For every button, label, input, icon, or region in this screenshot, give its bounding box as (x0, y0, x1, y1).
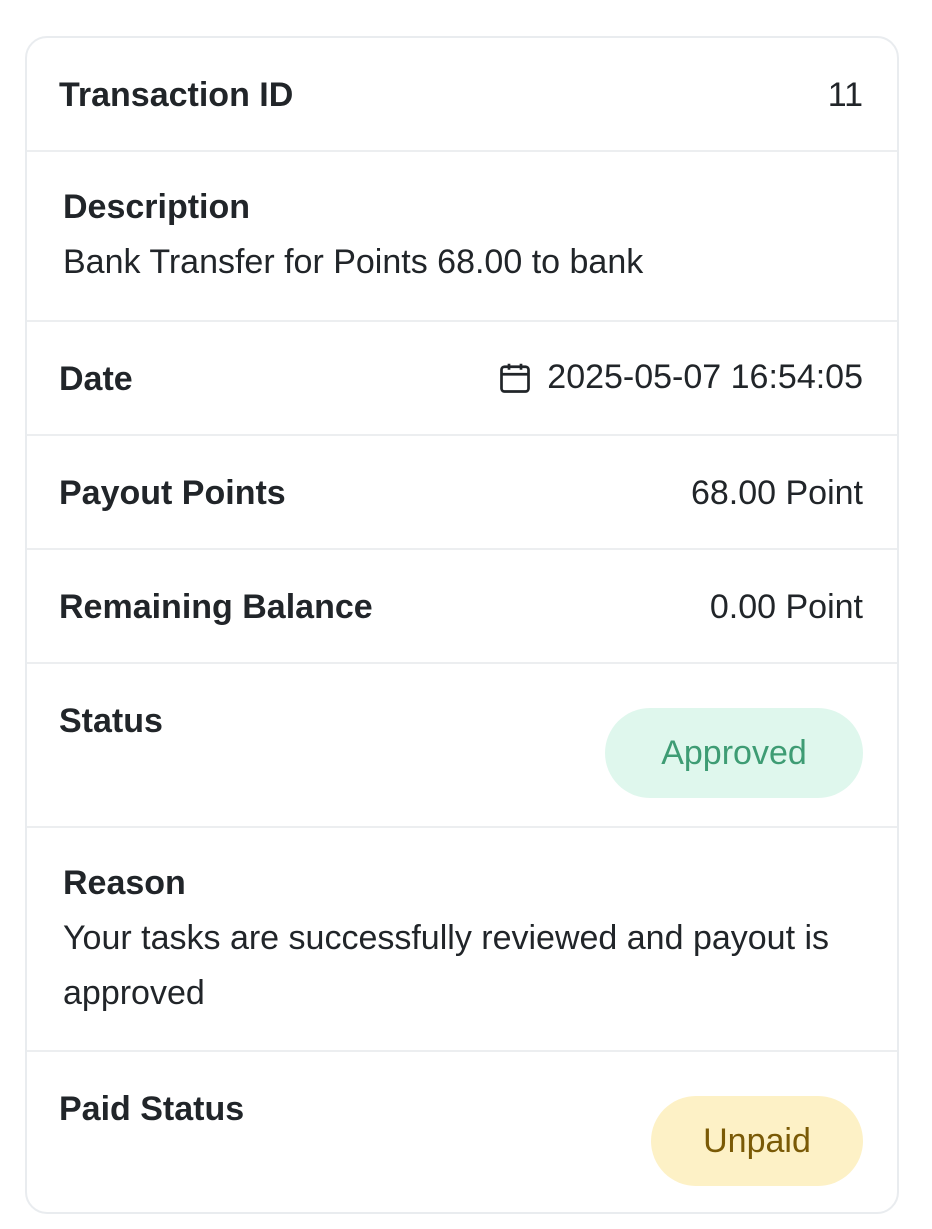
description-value: Bank Transfer for Points 68.00 to bank (63, 243, 644, 281)
status-badge: Approved (605, 708, 863, 798)
date-value: 2025-05-07 16:54:05 (547, 358, 863, 396)
paid-status-badge: Unpaid (651, 1096, 863, 1186)
description-label: Description (63, 188, 251, 226)
status-label: Status (59, 702, 163, 740)
payout-points-label: Payout Points (59, 474, 286, 512)
status-row: Status Approved (27, 664, 897, 828)
remaining-balance-row: Remaining Balance 0.00 Point (27, 550, 897, 664)
payout-points-row: Payout Points 68.00 Point (27, 436, 897, 550)
transaction-id-value: 11 (827, 76, 863, 114)
reason-value: Your tasks are successfully reviewed and… (63, 919, 830, 1012)
date-label: Date (59, 360, 133, 398)
paid-status-row: Paid Status Unpaid (27, 1052, 897, 1212)
description-row: Description Bank Transfer for Points 68.… (27, 152, 897, 322)
date-value-group: 2025-05-07 16:54:05 (497, 358, 863, 397)
transaction-detail-card: Transaction ID 11 Description Bank Trans… (25, 36, 899, 1214)
remaining-balance-label: Remaining Balance (59, 588, 373, 626)
reason-row: Reason Your tasks are successfully revie… (27, 828, 897, 1052)
reason-label: Reason (63, 864, 186, 902)
transaction-id-row: Transaction ID 11 (27, 38, 897, 152)
transaction-id-label: Transaction ID (59, 76, 294, 114)
calendar-icon (500, 363, 531, 393)
date-row: Date 2025-05-07 16:54:05 (27, 322, 897, 436)
paid-status-label: Paid Status (59, 1090, 245, 1128)
payout-points-value: 68.00 Point (690, 474, 863, 512)
remaining-balance-value: 0.00 Point (709, 588, 863, 626)
